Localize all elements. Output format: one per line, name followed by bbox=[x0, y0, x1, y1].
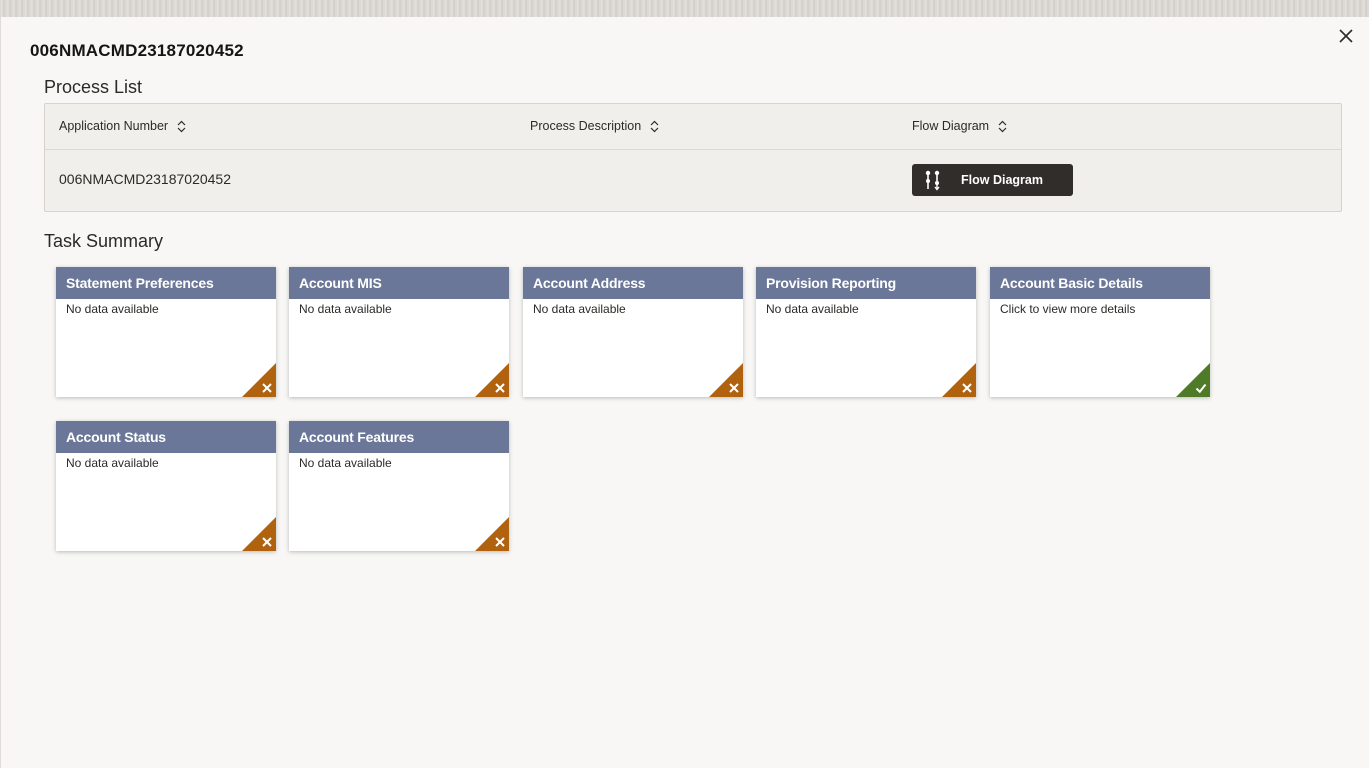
task-card[interactable]: Account Features No data available bbox=[289, 421, 509, 551]
task-card[interactable]: Account MIS No data available bbox=[289, 267, 509, 397]
process-list-table: Application Number Process Description F… bbox=[44, 103, 1342, 212]
task-card[interactable]: Provision Reporting No data available bbox=[756, 267, 976, 397]
task-card-text: No data available bbox=[533, 302, 626, 316]
task-card-title: Account Status bbox=[56, 421, 276, 453]
task-card-text: No data available bbox=[66, 302, 159, 316]
task-card-title: Account Address bbox=[523, 267, 743, 299]
task-card-title: Account MIS bbox=[289, 267, 509, 299]
cross-icon bbox=[262, 383, 272, 393]
task-card[interactable]: Account Basic Details Click to view more … bbox=[990, 267, 1210, 397]
dialog-title: 006NMACMD23187020452 bbox=[30, 41, 244, 60]
status-complete-badge bbox=[1176, 363, 1210, 397]
flow-diagram-button[interactable]: Flow Diagram bbox=[912, 164, 1073, 196]
status-incomplete-badge bbox=[242, 363, 276, 397]
table-header: Application Number Process Description F… bbox=[45, 104, 1341, 150]
task-card-title: Account Basic Details bbox=[990, 267, 1210, 299]
sort-icon bbox=[177, 120, 186, 132]
column-header-flow-diagram[interactable]: Flow Diagram bbox=[912, 119, 1007, 133]
task-card[interactable]: Account Status No data available bbox=[56, 421, 276, 551]
task-card-text: No data available bbox=[66, 456, 159, 470]
status-incomplete-badge bbox=[942, 363, 976, 397]
process-list-title: Process List bbox=[44, 77, 143, 97]
column-header-application-number[interactable]: Application Number bbox=[59, 119, 186, 133]
dialog: 006NMACMD23187020452 Process List Applic… bbox=[0, 17, 1369, 768]
close-icon bbox=[1339, 29, 1353, 43]
cross-icon bbox=[495, 537, 505, 547]
task-card-text: Click to view more details bbox=[1000, 302, 1136, 316]
status-incomplete-badge bbox=[709, 363, 743, 397]
task-card[interactable]: Statement Preferences No data available bbox=[56, 267, 276, 397]
task-card[interactable]: Account Address No data available bbox=[523, 267, 743, 397]
task-summary-title: Task Summary bbox=[44, 231, 164, 251]
sort-icon bbox=[650, 120, 659, 132]
task-card-title: Statement Preferences bbox=[56, 267, 276, 299]
close-button[interactable] bbox=[1336, 26, 1356, 46]
cross-icon bbox=[729, 383, 739, 393]
task-card-text: No data available bbox=[299, 456, 392, 470]
check-icon bbox=[1195, 383, 1207, 394]
background-strip bbox=[0, 0, 1369, 17]
flow-diagram-button-label: Flow Diagram bbox=[961, 173, 1043, 187]
cross-icon bbox=[262, 537, 272, 547]
task-card-text: No data available bbox=[766, 302, 859, 316]
task-card-text: No data available bbox=[299, 302, 392, 316]
status-incomplete-badge bbox=[242, 517, 276, 551]
task-card-title: Provision Reporting bbox=[756, 267, 976, 299]
status-incomplete-badge bbox=[475, 363, 509, 397]
status-incomplete-badge bbox=[475, 517, 509, 551]
application-number-cell: 006NMACMD23187020452 bbox=[59, 171, 231, 187]
cross-icon bbox=[495, 383, 505, 393]
column-header-process-description[interactable]: Process Description bbox=[530, 119, 659, 133]
task-card-title: Account Features bbox=[289, 421, 509, 453]
cross-icon bbox=[962, 383, 972, 393]
sort-icon bbox=[998, 120, 1007, 132]
flow-diagram-icon bbox=[925, 170, 940, 191]
